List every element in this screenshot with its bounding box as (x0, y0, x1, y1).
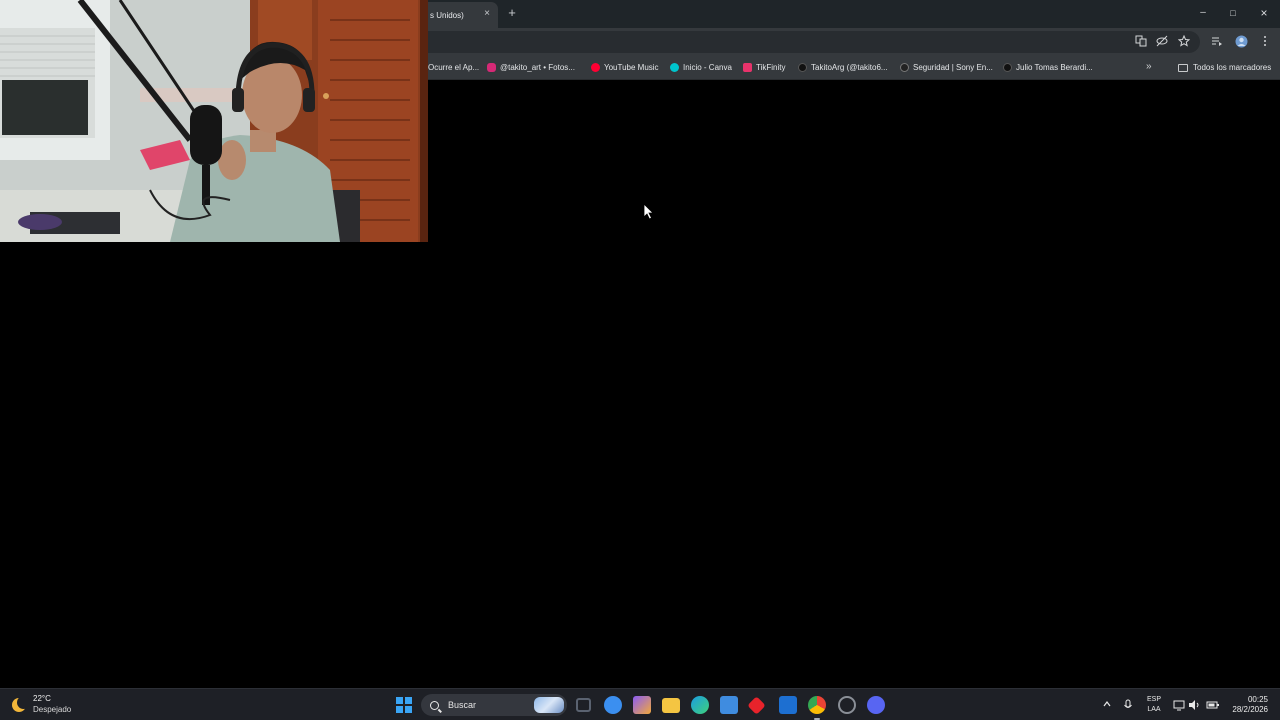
search-label: Buscar (448, 700, 477, 710)
copilot-app-icon[interactable] (633, 696, 651, 714)
keyboard-layout: LAA (1147, 706, 1161, 713)
close-tab-icon[interactable]: × (481, 8, 493, 20)
search-highlight-icon (534, 697, 564, 713)
canva-icon (670, 63, 679, 72)
bookmark-label: Ocurre el Ap... (428, 63, 480, 72)
media-controls-icon[interactable] (1211, 35, 1223, 47)
bookmark-label: TikFinity (756, 63, 786, 72)
webcam-overlay (0, 0, 428, 242)
instagram-icon (487, 63, 496, 72)
sony-icon (900, 63, 909, 72)
eye-off-icon[interactable] (1156, 35, 1168, 47)
browser-tab[interactable]: s Unidos) × (420, 2, 498, 28)
weather-temperature: 22°C (33, 694, 51, 703)
bookmark-label: Julio Tomas Berardi... (1016, 63, 1093, 72)
language-code: ESP (1146, 696, 1161, 703)
tab-title: s Unidos) (430, 10, 464, 20)
bookmark-item[interactable]: @takito_art • Fotos... (487, 61, 575, 74)
bookmark-item[interactable]: Seguridad | Sony En... (900, 61, 993, 74)
bookmark-item[interactable]: Ocurre el Ap... (428, 61, 479, 74)
all-bookmarks-button[interactable]: Todos los marcadores (1178, 61, 1271, 74)
bookmark-item[interactable]: Julio Tomas Berardi... (1003, 61, 1093, 74)
microsoft-store-icon[interactable] (720, 696, 738, 714)
folder-icon (1178, 63, 1188, 72)
desktop-screen: s Unidos) × + – □ × Ocurre el Ap... @tak… (0, 0, 1280, 720)
clock-date: 28/2/2026 (1232, 705, 1268, 714)
restore-button[interactable]: □ (1226, 6, 1240, 20)
bookmark-label: Inicio - Canva (683, 63, 732, 72)
github-desktop-icon[interactable] (838, 696, 856, 714)
discord-icon[interactable] (867, 696, 885, 714)
tiktok-icon (1003, 63, 1012, 72)
language-indicator[interactable]: ESP LAA (1145, 695, 1163, 715)
moon-icon (12, 695, 30, 712)
minimize-button[interactable]: – (1196, 6, 1210, 20)
volume-icon[interactable] (1188, 699, 1200, 711)
bookmark-label: TakitoArg (@takito6... (811, 63, 888, 72)
copilot-icon[interactable] (604, 696, 622, 714)
bookmark-item[interactable]: Inicio - Canva (670, 61, 732, 74)
windows-taskbar: 22°C Despejado Buscar ESP LAA 00:25 28/2… (0, 688, 1280, 720)
bookmark-item[interactable]: TakitoArg (@takito6... (798, 61, 888, 74)
network-icon[interactable] (1173, 699, 1185, 711)
close-window-button[interactable]: × (1257, 6, 1271, 20)
search-icon (430, 700, 439, 710)
mouse-cursor-icon (643, 203, 654, 220)
tikfinity-icon (743, 63, 752, 72)
address-bar[interactable] (380, 31, 1200, 53)
microphone-icon[interactable] (1122, 699, 1134, 711)
task-view-icon[interactable] (576, 698, 591, 712)
profile-icon[interactable] (1235, 35, 1248, 48)
clock-time: 00:25 (1247, 695, 1268, 704)
bookmark-item[interactable]: YouTube Music (591, 61, 659, 74)
all-bookmarks-label: Todos los marcadores (1193, 63, 1272, 72)
taskbar-search[interactable]: Buscar (421, 694, 567, 716)
youtube-music-icon (591, 63, 600, 72)
battery-icon[interactable] (1206, 699, 1219, 711)
system-clock[interactable]: 00:25 28/2/2026 (1224, 695, 1268, 715)
chrome-icon[interactable] (808, 696, 826, 714)
chevron-up-icon[interactable] (1101, 699, 1113, 711)
bookmark-item[interactable]: TikFinity (743, 61, 785, 74)
weather-widget[interactable]: 22°C Despejado (12, 694, 71, 715)
menu-icon[interactable] (1259, 35, 1271, 47)
start-button[interactable] (396, 697, 412, 713)
star-icon[interactable] (1177, 34, 1191, 47)
weather-condition: Despejado (33, 705, 72, 714)
translate-icon[interactable] (1135, 35, 1147, 47)
bookmark-label: YouTube Music (604, 63, 659, 72)
bookmark-label: @takito_art • Fotos... (500, 63, 575, 72)
bookmark-label: Seguridad | Sony En... (913, 63, 993, 72)
tiktok-icon (798, 63, 807, 72)
file-explorer-icon[interactable] (662, 698, 680, 713)
outlook-icon[interactable] (779, 696, 797, 714)
edge-icon[interactable] (691, 696, 709, 714)
new-tab-button[interactable]: + (505, 6, 519, 20)
bookmarks-overflow-button[interactable]: » (1146, 61, 1152, 73)
anydesk-icon[interactable] (747, 696, 766, 715)
